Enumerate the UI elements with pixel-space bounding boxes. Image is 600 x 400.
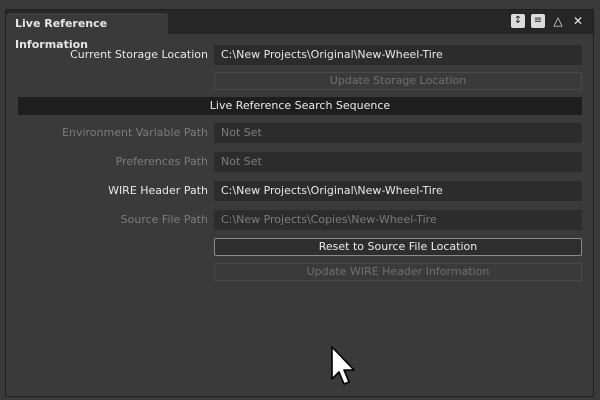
env-var-field[interactable]: Not Set [214,123,582,143]
sort-icon[interactable]: ↕ [511,14,525,28]
mouse-cursor-icon [331,346,355,385]
reset-source-button[interactable]: Reset to Source File Location [214,238,582,256]
search-sequence-header: Live Reference Search Sequence [18,97,582,115]
preferences-field[interactable]: Not Set [214,152,582,172]
panel-tab[interactable]: Live Reference Information [6,13,168,51]
env-var-row: Environment Variable Path Not Set [6,123,595,143]
menu-icon[interactable]: ≡ [531,14,545,28]
storage-field[interactable]: C:\New Projects\Original\New-Wheel-Tire [214,45,582,65]
update-wire-header-button[interactable]: Update WIRE Header Information [214,263,582,281]
wire-header-row: WIRE Header Path C:\New Projects\Origina… [6,181,595,201]
source-file-label: Source File Path [120,213,208,226]
preferences-row: Preferences Path Not Set [6,152,595,172]
storage-row: Current Storage Location C:\New Projects… [6,45,595,65]
source-file-field[interactable]: C:\New Projects\Copies\New-Wheel-Tire [214,210,582,230]
titlebar-icons: ↕ ≡ △ ✕ [511,14,585,28]
storage-label: Current Storage Location [70,48,208,61]
source-file-row: Source File Path C:\New Projects\Copies\… [6,210,595,230]
panel-titlebar: Live Reference Information ↕ ≡ △ ✕ [6,10,593,51]
env-var-label: Environment Variable Path [62,126,208,139]
wire-header-field[interactable]: C:\New Projects\Original\New-Wheel-Tire [214,181,582,201]
update-storage-button[interactable]: Update Storage Location [214,72,582,90]
preferences-label: Preferences Path [115,155,208,168]
triangle-icon[interactable]: △ [551,14,565,28]
close-icon[interactable]: ✕ [571,14,585,28]
wire-header-label: WIRE Header Path [108,184,208,197]
live-reference-panel: Live Reference Information ↕ ≡ △ ✕ Curre… [5,9,594,397]
